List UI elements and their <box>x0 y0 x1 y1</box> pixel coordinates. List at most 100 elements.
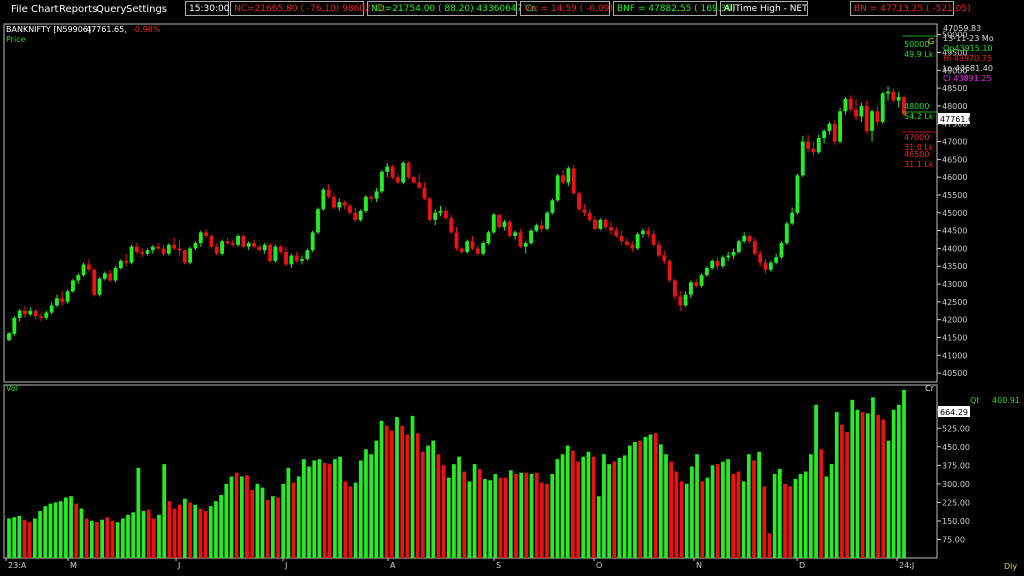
candle-body <box>113 268 118 281</box>
candle-body <box>348 205 352 213</box>
volume-bar <box>431 440 436 558</box>
candle-body <box>236 235 240 245</box>
candle-body <box>539 225 544 229</box>
qt-label: Qt <box>970 396 979 405</box>
candle-body <box>625 241 629 245</box>
candle-body <box>896 97 901 101</box>
price-tick-label: 43000 <box>942 280 967 289</box>
candle-body <box>486 232 491 244</box>
annotation-50000: 50000 <box>904 40 929 49</box>
ticker-nd[interactable]: ND=21754.00 ( 88.20) 43360647 Cr. <box>367 1 537 16</box>
price-tick-label: 44000 <box>942 244 967 253</box>
candle-body <box>710 260 715 269</box>
volume-bar <box>762 486 767 558</box>
volume-bar <box>622 455 627 558</box>
ticker-vix[interactable]: Vix = 14.59 ( -0.09) <box>520 1 613 16</box>
candle-body <box>550 200 555 213</box>
candle-body <box>843 98 848 112</box>
candle-body <box>278 246 283 252</box>
x-tick-label: 24:J <box>899 561 914 570</box>
menu-bar: File Chart Reports Query Settings 15:30:… <box>0 0 1024 20</box>
candle-body <box>491 214 496 233</box>
volume-bar <box>539 482 544 558</box>
candle-body <box>161 248 166 254</box>
candle-body <box>614 230 619 236</box>
price-tick-label: 47000 <box>942 138 967 147</box>
candle-body <box>838 111 842 142</box>
volume-bar <box>43 506 48 558</box>
menu-settings[interactable]: Settings <box>126 4 167 15</box>
volume-bar <box>198 508 203 558</box>
info-low: Lo 43681.40 <box>943 64 993 73</box>
chart-area[interactable]: 5000049500490004850048000475004700046500… <box>0 20 1024 576</box>
menu-reports[interactable]: Reports <box>59 4 97 15</box>
candle-body <box>374 191 379 199</box>
volume-bar <box>74 503 79 558</box>
volume-bar <box>498 477 503 558</box>
candle-body <box>822 130 827 138</box>
candle-body <box>172 244 177 249</box>
candle-body <box>598 219 603 229</box>
price-tick-label: 45000 <box>942 209 967 218</box>
volume-bar <box>741 481 746 558</box>
candle-body <box>577 193 581 210</box>
menu-chart[interactable]: Chart <box>31 4 58 15</box>
candle-body <box>630 244 635 249</box>
candle-body <box>657 244 661 256</box>
volume-bar <box>876 414 880 558</box>
volume-bar <box>421 451 425 558</box>
volume-bar <box>679 481 684 558</box>
candle-body <box>635 234 640 249</box>
volume-bar <box>550 473 555 558</box>
candle-body <box>827 123 832 131</box>
ticker-bn[interactable]: BN = 47713.25 ( -521.05) <box>850 1 971 16</box>
ticker-ath[interactable]: AllTime High - NETF <box>720 1 808 16</box>
volume-bar <box>436 454 441 558</box>
volume-bar <box>260 487 265 558</box>
price-panel-label: Price <box>6 35 26 44</box>
x-tick-label: 23:A <box>8 561 27 570</box>
candle-body <box>273 246 278 261</box>
candle-body <box>790 212 795 224</box>
volume-bar <box>441 465 446 558</box>
candle-body <box>641 230 645 235</box>
candle-body <box>726 255 731 258</box>
candle-body <box>694 282 699 286</box>
ticker-bnf[interactable]: BNF = 47882.55 ( 169.30) <box>613 1 736 16</box>
volume-bar <box>426 445 430 558</box>
candle-body <box>358 211 363 220</box>
cr-label: Cr <box>925 384 935 393</box>
volume-bar <box>503 477 508 558</box>
volume-bar <box>105 517 110 558</box>
volume-tick-label: 150.00 <box>942 517 970 526</box>
volume-bar <box>64 497 68 558</box>
candle-body <box>71 280 75 292</box>
volume-bar <box>472 464 477 558</box>
menu-file[interactable]: File <box>11 4 28 15</box>
candle-body <box>108 273 113 281</box>
volume-bar <box>560 454 565 558</box>
candle-body <box>145 250 150 254</box>
candle-body <box>459 248 464 252</box>
info-high: Hi 43970.75 <box>943 54 992 63</box>
volume-bar <box>793 478 798 558</box>
candle-body <box>784 223 789 244</box>
ticker-nc[interactable]: NC=21665.80 ( -76.10) 98602 Cr. <box>230 1 386 16</box>
candle-body <box>891 91 896 101</box>
volume-bar <box>814 404 818 558</box>
candle-body <box>204 232 209 236</box>
volume-bar <box>177 504 182 558</box>
volume-bar <box>731 473 736 558</box>
volume-bar <box>203 511 208 558</box>
candle-body <box>475 248 480 254</box>
price-tick-label: 42500 <box>942 298 967 307</box>
candle-body <box>49 305 54 313</box>
volume-bar <box>674 471 679 558</box>
annotation-48000: 48000 <box>904 102 929 111</box>
menu-query[interactable]: Query <box>96 4 126 15</box>
price-tick-label: 40500 <box>942 369 967 378</box>
volume-bar <box>633 441 637 558</box>
candle-body <box>779 243 784 258</box>
volume-bar <box>891 409 896 558</box>
candle-body <box>443 211 448 219</box>
